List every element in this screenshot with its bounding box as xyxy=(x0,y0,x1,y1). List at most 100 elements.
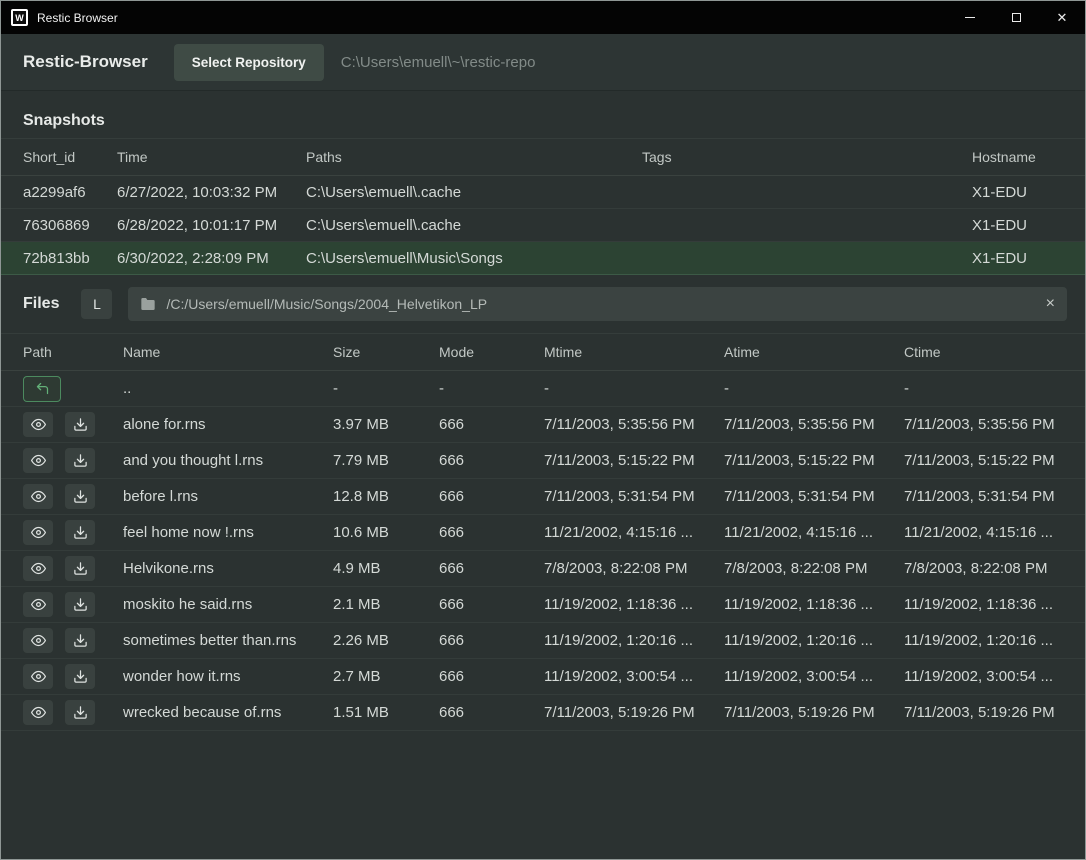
view-file-button[interactable] xyxy=(23,664,53,689)
col-tags: Tags xyxy=(642,149,972,165)
snapshot-row[interactable]: 76306869 6/28/2022, 10:01:17 PM C:\Users… xyxy=(1,209,1085,242)
window-title: Restic Browser xyxy=(37,11,118,25)
eye-icon xyxy=(31,489,46,504)
go-up-directory-button[interactable] xyxy=(23,376,61,402)
snapshots-section-title: Snapshots xyxy=(23,112,1063,130)
file-mtime: 7/11/2003, 5:15:22 PM xyxy=(544,452,724,469)
clear-path-button[interactable]: × xyxy=(1046,296,1055,312)
file-atime: 11/19/2002, 1:20:16 ... xyxy=(724,632,904,649)
file-atime: 11/19/2002, 1:18:36 ... xyxy=(724,596,904,613)
download-icon xyxy=(73,669,88,684)
col-paths: Paths xyxy=(306,149,642,165)
file-row: before l.rns 12.8 MB 666 7/11/2003, 5:31… xyxy=(1,479,1085,515)
download-icon xyxy=(73,525,88,540)
download-file-button[interactable] xyxy=(65,412,95,437)
snapshot-short-id: 72b813bb xyxy=(23,250,117,267)
download-icon xyxy=(73,705,88,720)
file-atime: 11/21/2002, 4:15:16 ... xyxy=(724,524,904,541)
files-bar: Files L /C:/Users/emuell/Music/Songs/200… xyxy=(1,275,1085,333)
col-time: Time xyxy=(117,149,306,165)
minimize-icon xyxy=(965,17,975,18)
view-file-button[interactable] xyxy=(23,556,53,581)
file-atime: 11/19/2002, 3:00:54 ... xyxy=(724,668,904,685)
snapshot-paths: C:\Users\emuell\.cache xyxy=(306,184,642,201)
path-shortcut-button[interactable]: L xyxy=(81,289,112,319)
eye-icon xyxy=(31,669,46,684)
files-table-body: alone for.rns 3.97 MB 666 7/11/2003, 5:3… xyxy=(1,407,1085,731)
snapshot-time: 6/30/2022, 2:28:09 PM xyxy=(117,250,306,267)
view-file-button[interactable] xyxy=(23,412,53,437)
file-path-bar: /C:/Users/emuell/Music/Songs/2004_Helvet… xyxy=(128,287,1067,321)
download-file-button[interactable] xyxy=(65,484,95,509)
file-mode: 666 xyxy=(439,704,544,721)
file-row: wrecked because of.rns 1.51 MB 666 7/11/… xyxy=(1,695,1085,731)
file-name: Helvikone.rns xyxy=(123,560,333,577)
snapshot-hostname: X1-EDU xyxy=(972,184,1063,201)
select-repository-button[interactable]: Select Repository xyxy=(174,44,324,81)
file-size: 7.79 MB xyxy=(333,452,439,469)
file-mtime: 11/19/2002, 1:20:16 ... xyxy=(544,632,724,649)
snapshot-row[interactable]: a2299af6 6/27/2022, 10:03:32 PM C:\Users… xyxy=(1,176,1085,209)
window-controls: ✕ xyxy=(947,1,1085,34)
eye-icon xyxy=(31,633,46,648)
title-bar: W Restic Browser ✕ xyxy=(1,1,1085,34)
file-row: and you thought l.rns 7.79 MB 666 7/11/2… xyxy=(1,443,1085,479)
view-file-button[interactable] xyxy=(23,700,53,725)
folder-icon xyxy=(140,296,156,312)
download-icon xyxy=(73,597,88,612)
file-mode: 666 xyxy=(439,488,544,505)
view-file-button[interactable] xyxy=(23,628,53,653)
file-size: 2.7 MB xyxy=(333,668,439,685)
view-file-button[interactable] xyxy=(23,448,53,473)
view-file-button[interactable] xyxy=(23,592,53,617)
eye-icon xyxy=(31,705,46,720)
close-button[interactable]: ✕ xyxy=(1039,1,1085,34)
snapshot-short-id: a2299af6 xyxy=(23,184,117,201)
file-size: 2.1 MB xyxy=(333,596,439,613)
view-file-button[interactable] xyxy=(23,520,53,545)
file-ctime: 7/11/2003, 5:15:22 PM xyxy=(904,452,1063,469)
snapshot-row[interactable]: 72b813bb 6/30/2022, 2:28:09 PM C:\Users\… xyxy=(1,242,1085,275)
file-name: alone for.rns xyxy=(123,416,333,433)
eye-icon xyxy=(31,525,46,540)
download-file-button[interactable] xyxy=(65,592,95,617)
download-file-button[interactable] xyxy=(65,628,95,653)
snapshot-paths: C:\Users\emuell\Music\Songs xyxy=(306,250,642,267)
file-name: wonder how it.rns xyxy=(123,668,333,685)
file-atime: 7/8/2003, 8:22:08 PM xyxy=(724,560,904,577)
file-size: 4.9 MB xyxy=(333,560,439,577)
download-file-button[interactable] xyxy=(65,448,95,473)
col-short-id: Short_id xyxy=(23,149,117,165)
corner-up-left-icon xyxy=(35,381,50,396)
file-path-input[interactable]: /C:/Users/emuell/Music/Songs/2004_Helvet… xyxy=(166,296,1045,312)
file-mtime: 7/8/2003, 8:22:08 PM xyxy=(544,560,724,577)
file-ctime: 11/19/2002, 1:20:16 ... xyxy=(904,632,1063,649)
file-mode: 666 xyxy=(439,416,544,433)
file-row: alone for.rns 3.97 MB 666 7/11/2003, 5:3… xyxy=(1,407,1085,443)
download-file-button[interactable] xyxy=(65,520,95,545)
download-file-button[interactable] xyxy=(65,556,95,581)
file-row: wonder how it.rns 2.7 MB 666 11/19/2002,… xyxy=(1,659,1085,695)
file-ctime: 7/8/2003, 8:22:08 PM xyxy=(904,560,1063,577)
snapshot-paths: C:\Users\emuell\.cache xyxy=(306,217,642,234)
col-atime: Atime xyxy=(724,344,904,360)
download-file-button[interactable] xyxy=(65,664,95,689)
file-row: sometimes better than.rns 2.26 MB 666 11… xyxy=(1,623,1085,659)
file-ctime: 11/19/2002, 3:00:54 ... xyxy=(904,668,1063,685)
app-name: Restic-Browser xyxy=(23,52,148,72)
file-ctime: 11/19/2002, 1:18:36 ... xyxy=(904,596,1063,613)
view-file-button[interactable] xyxy=(23,484,53,509)
file-name: moskito he said.rns xyxy=(123,596,333,613)
file-atime: 7/11/2003, 5:15:22 PM xyxy=(724,452,904,469)
file-row: Helvikone.rns 4.9 MB 666 7/8/2003, 8:22:… xyxy=(1,551,1085,587)
maximize-button[interactable] xyxy=(993,1,1039,34)
file-ctime: 7/11/2003, 5:35:56 PM xyxy=(904,416,1063,433)
parent-atime: - xyxy=(724,380,904,397)
minimize-button[interactable] xyxy=(947,1,993,34)
file-size: 12.8 MB xyxy=(333,488,439,505)
file-name: sometimes better than.rns xyxy=(123,632,333,649)
col-mtime: Mtime xyxy=(544,344,724,360)
snapshot-short-id: 76306869 xyxy=(23,217,117,234)
file-name: and you thought l.rns xyxy=(123,452,333,469)
download-file-button[interactable] xyxy=(65,700,95,725)
